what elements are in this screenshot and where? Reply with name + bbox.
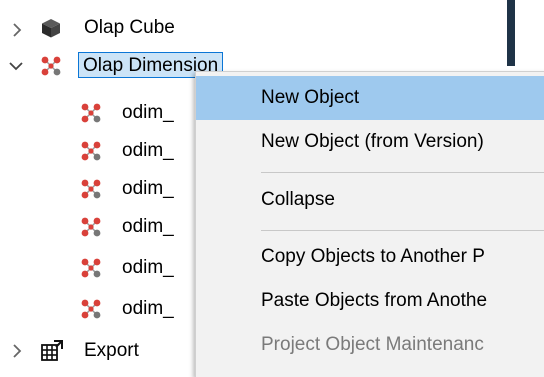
menu-item-project-object-maintenance: Project Object Maintenanc: [196, 323, 544, 367]
chevron-right-icon[interactable]: [8, 21, 26, 39]
tree-item-odim[interactable]: odim_: [122, 214, 174, 240]
panel-divider: [507, 0, 515, 66]
menu-item-new-object[interactable]: New Object: [196, 76, 544, 120]
cube-icon: [40, 17, 62, 39]
menu-item-copy-objects[interactable]: Copy Objects to Another P: [196, 235, 544, 279]
tree-item-odim[interactable]: odim_: [122, 176, 174, 202]
dimension-icon: [80, 216, 102, 238]
chevron-right-icon[interactable]: [8, 342, 26, 360]
menu-item-label: Paste Objects from Anothe: [261, 290, 488, 311]
dimension-icon: [80, 140, 102, 162]
menu-item-label: New Object: [261, 87, 360, 108]
context-menu: New Object New Object (from Version) Col…: [195, 71, 544, 377]
tree-item-olap-cube[interactable]: Olap Cube: [84, 15, 175, 41]
menu-item-label: Project Object Maintenanc: [261, 334, 484, 355]
menu-item-collapse[interactable]: Collapse: [196, 178, 544, 222]
tree-item-odim[interactable]: odim_: [122, 100, 174, 126]
dimension-icon: [80, 298, 102, 320]
dimension-icon: [80, 257, 102, 279]
dimension-icon: [80, 178, 102, 200]
tree-item-odim[interactable]: odim_: [122, 138, 174, 164]
menu-item-label: New Object (from Version): [261, 131, 484, 152]
export-icon: [40, 339, 63, 361]
menu-item-new-object-from-version[interactable]: New Object (from Version): [196, 120, 544, 164]
tree-item-export[interactable]: Export: [84, 338, 139, 364]
menu-item-paste-objects[interactable]: Paste Objects from Anothe: [196, 279, 544, 323]
menu-item-label: Copy Objects to Another P: [261, 246, 485, 267]
menu-separator: [261, 230, 544, 231]
menu-item-label: Collapse: [261, 189, 335, 210]
dimension-icon: [80, 102, 102, 124]
menu-separator: [261, 172, 544, 173]
tree-item-odim[interactable]: odim_: [122, 255, 174, 281]
dimension-icon: [40, 55, 62, 77]
chevron-down-icon[interactable]: [7, 57, 25, 75]
tree-item-odim[interactable]: odim_: [122, 296, 174, 322]
